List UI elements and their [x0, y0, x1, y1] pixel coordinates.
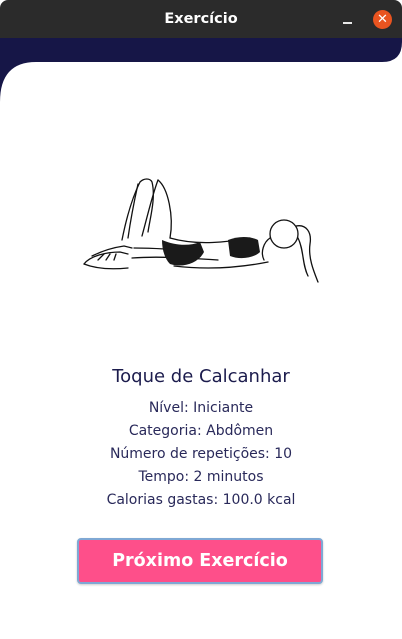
minimize-icon[interactable]	[339, 11, 357, 29]
heel-touch-exercise-illustration	[83, 178, 319, 283]
exercise-calories: Calorias gastas: 100.0 kcal	[106, 492, 296, 508]
title-bar[interactable]: Exercício ✕	[0, 0, 402, 38]
exercise-level: Nível: Iniciante	[148, 400, 254, 416]
exercise-time: Tempo: 2 minutos	[138, 469, 264, 485]
header-decoration	[0, 38, 402, 102]
exercise-name: Toque de Calcanhar	[112, 366, 290, 387]
close-icon[interactable]: ✕	[373, 10, 392, 29]
next-exercise-button[interactable]: Próximo Exercício	[77, 538, 323, 584]
exercise-repetitions: Número de repetições: 10	[109, 446, 293, 462]
exercise-window: Exercício ✕ Toque de Calcanhar Nível: In…	[0, 0, 402, 639]
exercise-category: Categoria: Abdômen	[128, 423, 274, 439]
